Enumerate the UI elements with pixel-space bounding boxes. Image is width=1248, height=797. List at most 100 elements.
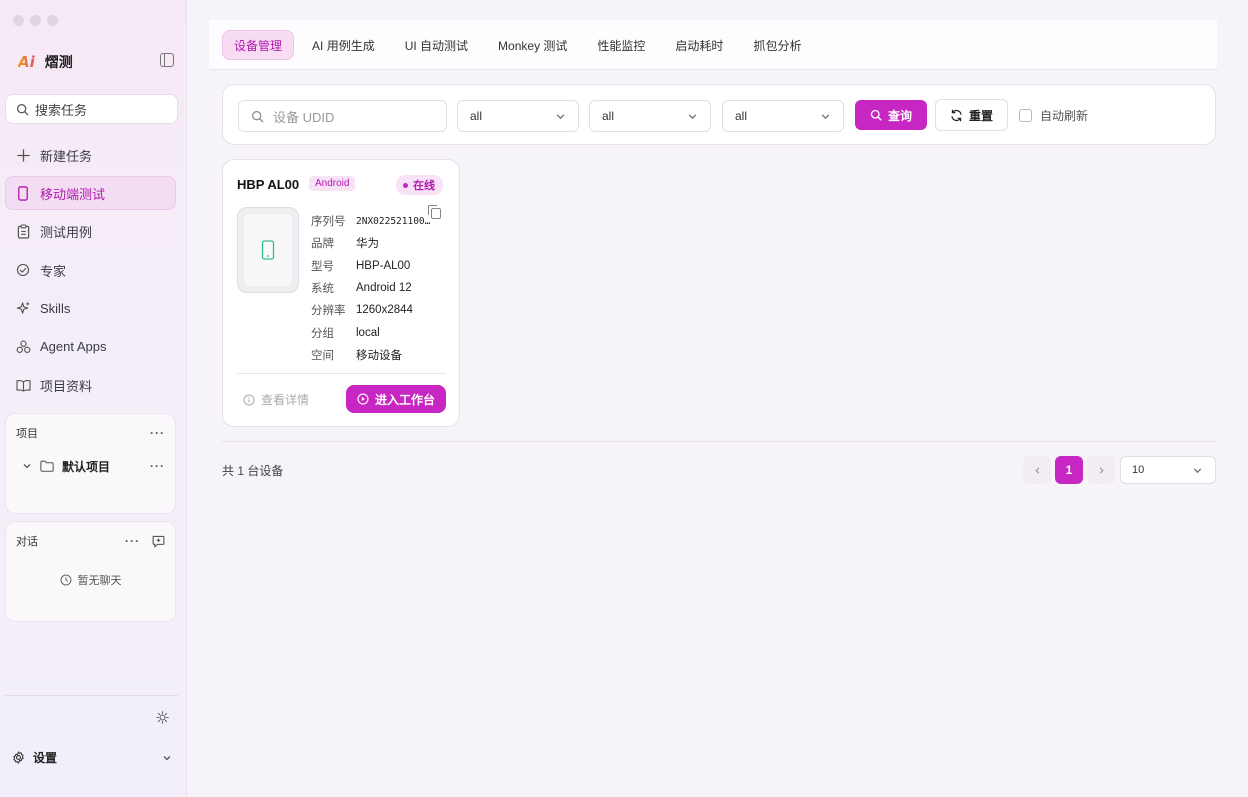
page-size-select[interactable]: 10 xyxy=(1120,456,1216,484)
status-label: 在线 xyxy=(413,180,435,192)
chats-title: 对话 xyxy=(16,536,38,548)
reset-button[interactable]: 重置 xyxy=(935,99,1008,131)
filter-select-3[interactable]: all xyxy=(722,100,844,132)
prev-page-button[interactable] xyxy=(1023,456,1051,484)
sidebar-item-new-task[interactable]: 新建任务 xyxy=(5,138,176,172)
enter-workbench-label: 进入工作台 xyxy=(374,392,435,407)
info-row-resolution: 分辨率 1260x2844 xyxy=(311,299,451,321)
auto-refresh-checkbox[interactable] xyxy=(1019,109,1032,122)
chevron-down-icon xyxy=(163,755,171,760)
info-key: 分组 xyxy=(311,327,334,340)
collapse-sidebar-icon[interactable] xyxy=(160,53,174,67)
empty-chat-label: 暂无聊天 xyxy=(77,575,122,587)
filter-select-value: all xyxy=(470,109,483,123)
tab-monkey-test[interactable]: Monkey 测试 xyxy=(486,30,579,60)
device-card: HBP AL00 Android 在线 序列号 2NX022521100... … xyxy=(222,159,460,427)
filter-select-2[interactable]: all xyxy=(589,100,711,132)
auto-refresh-toggle[interactable]: 自动刷新 xyxy=(1019,107,1088,124)
next-page-button[interactable] xyxy=(1087,456,1115,484)
sidebar-item-label: 项目资料 xyxy=(40,378,93,394)
tab-performance-monitor[interactable]: 性能监控 xyxy=(585,30,657,60)
search-icon xyxy=(16,103,29,115)
sidebar-item-label: 专家 xyxy=(40,263,67,279)
sidebar-item-project-docs[interactable]: 项目资料 xyxy=(5,368,176,402)
status-dot-icon xyxy=(403,182,408,188)
projects-panel: 项目 ··· 默认项目 ··· xyxy=(5,413,176,514)
settings-label: 设置 xyxy=(33,751,58,765)
empty-chat-state: 暂无聊天 xyxy=(6,572,175,588)
projects-title: 项目 xyxy=(16,428,38,440)
sidebar-item-label: 新建任务 xyxy=(40,148,93,164)
tab-ui-auto-test[interactable]: UI 自动测试 xyxy=(393,30,480,60)
new-chat-icon[interactable] xyxy=(152,535,165,548)
sidebar-item-label: 移动端测试 xyxy=(40,186,106,202)
check-circle-icon xyxy=(15,262,31,278)
sidebar-item-label: Agent Apps xyxy=(40,339,107,355)
tab-bar: 设备管理 AI 用例生成 UI 自动测试 Monkey 测试 性能监控 启动耗时… xyxy=(209,20,1217,70)
more-icon[interactable]: ··· xyxy=(150,459,165,473)
info-value: 2NX022521100... xyxy=(356,215,436,227)
chevron-down-icon xyxy=(556,113,565,119)
more-icon[interactable]: ··· xyxy=(125,534,140,548)
main-content: 设备管理 AI 用例生成 UI 自动测试 Monkey 测试 性能监控 启动耗时… xyxy=(188,0,1248,797)
sidebar-item-agent-apps[interactable]: Agent Apps xyxy=(5,330,176,364)
filter-select-value: all xyxy=(735,109,748,123)
udid-placeholder: 设备 UDID xyxy=(273,109,335,125)
theme-toggle-sun-icon[interactable] xyxy=(156,711,169,724)
minimize-window-icon[interactable] xyxy=(30,15,41,26)
tab-packet-capture[interactable]: 抓包分析 xyxy=(741,30,813,60)
sidebar-item-mobile-testing[interactable]: 移动端测试 xyxy=(5,176,176,211)
page-button-current[interactable]: 1 xyxy=(1055,456,1083,484)
chevron-down-icon[interactable] xyxy=(22,461,32,471)
settings-menu[interactable]: 设置 xyxy=(12,749,172,766)
udid-search-input[interactable]: 设备 UDID xyxy=(238,100,447,132)
sidebar: Ai 熠测 搜索任务 新建任务 移动端测试 测试用例 专家 Skills Age… xyxy=(0,0,187,797)
page-size-value: 10 xyxy=(1132,464,1145,476)
info-key: 系统 xyxy=(311,283,334,296)
filter-select-1[interactable]: all xyxy=(457,100,579,132)
apps-icon xyxy=(15,339,31,355)
chevron-down-icon xyxy=(1193,467,1202,473)
info-icon xyxy=(243,394,255,405)
refresh-icon xyxy=(951,109,962,121)
chevron-down-icon xyxy=(688,113,697,119)
status-badge: 在线 xyxy=(396,175,443,195)
query-label: 查询 xyxy=(887,108,912,123)
clock-icon xyxy=(60,574,71,586)
tab-launch-time[interactable]: 启动耗时 xyxy=(663,30,735,60)
device-info: 序列号 2NX022521100... 品牌 华为 型号 HBP-AL00 系统… xyxy=(311,210,451,366)
view-details-button[interactable]: 查看详情 xyxy=(243,391,309,408)
project-item[interactable]: 默认项目 ··· xyxy=(6,452,175,480)
chats-actions: ··· xyxy=(125,534,165,548)
projects-panel-header: 项目 ··· xyxy=(6,414,175,452)
window-controls xyxy=(13,15,58,26)
copy-icon[interactable] xyxy=(428,205,441,219)
sidebar-item-test-cases[interactable]: 测试用例 xyxy=(5,215,176,249)
chevron-down-icon xyxy=(821,113,830,119)
query-button[interactable]: 查询 xyxy=(855,100,927,130)
sidebar-item-skills[interactable]: Skills xyxy=(5,292,176,326)
pagination: 1 xyxy=(1023,456,1115,484)
info-row-system: 系统 Android 12 xyxy=(311,277,451,299)
device-name: HBP AL00 xyxy=(237,177,300,192)
info-key: 品牌 xyxy=(311,238,334,251)
tab-device-management[interactable]: 设备管理 xyxy=(222,29,295,60)
divider xyxy=(222,441,1216,442)
device-total: 共 1 台设备 xyxy=(222,464,284,478)
os-badge: Android xyxy=(309,176,356,191)
close-window-icon[interactable] xyxy=(13,15,24,26)
sidebar-item-experts[interactable]: 专家 xyxy=(5,253,176,287)
zoom-window-icon[interactable] xyxy=(47,15,58,26)
info-row-group: 分组 local xyxy=(311,321,451,343)
device-thumbnail xyxy=(237,207,299,293)
search-task-input[interactable]: 搜索任务 xyxy=(5,94,178,124)
app-name: 熠测 xyxy=(44,54,73,70)
more-icon[interactable]: ··· xyxy=(150,426,165,440)
gear-icon xyxy=(13,751,24,764)
search-icon xyxy=(252,110,264,122)
tab-ai-case-generation[interactable]: AI 用例生成 xyxy=(300,30,387,60)
info-key: 型号 xyxy=(311,260,334,273)
play-circle-icon xyxy=(357,393,369,405)
enter-workbench-button[interactable]: 进入工作台 xyxy=(346,385,446,413)
info-key: 空间 xyxy=(311,349,334,362)
